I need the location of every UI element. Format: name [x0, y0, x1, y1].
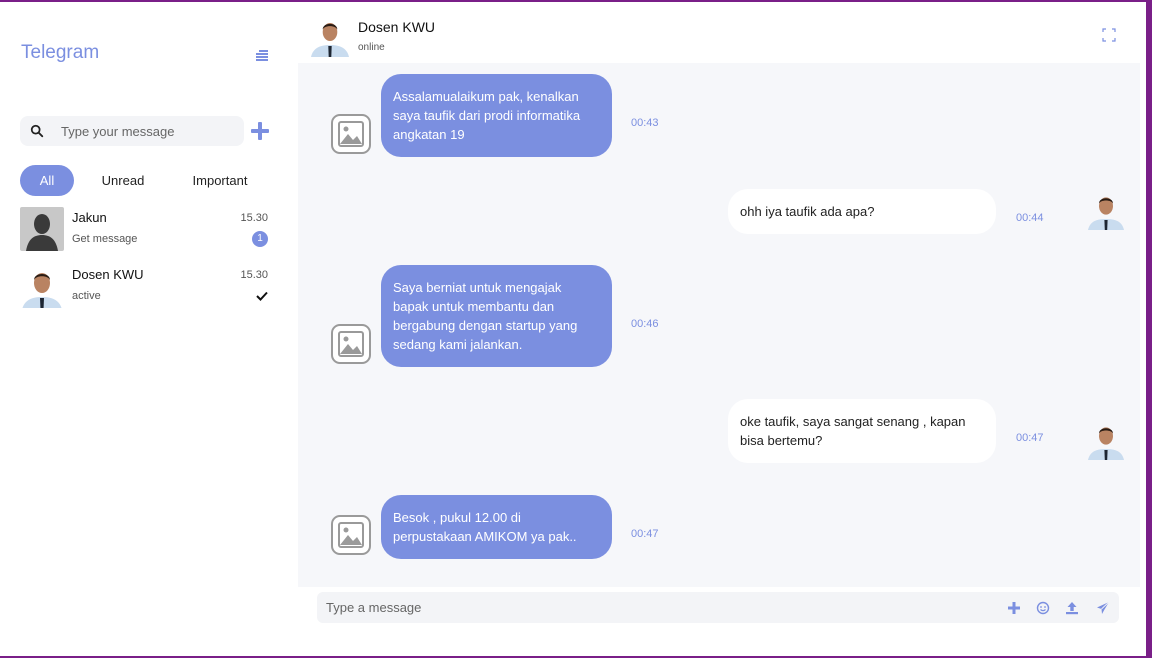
chat-name: Jakun — [72, 210, 107, 225]
man-avatar — [20, 264, 64, 308]
message-list: Assalamualaikum pak, kenalkan saya taufi… — [298, 63, 1140, 587]
tab-unread[interactable]: Unread — [74, 165, 172, 196]
image-placeholder-icon — [331, 515, 371, 555]
chat-name: Dosen KWU — [72, 267, 144, 282]
message-time: 00:47 — [631, 528, 659, 540]
message-composer — [317, 592, 1119, 623]
upload-icon[interactable] — [1065, 601, 1079, 615]
chat-preview: Get message — [72, 233, 138, 245]
search-input[interactable] — [61, 123, 231, 139]
app-title: Telegram — [21, 42, 100, 63]
chat-preview: active — [72, 290, 101, 302]
tab-important[interactable]: Important — [172, 165, 268, 196]
sender-avatar — [1087, 190, 1125, 230]
search-icon — [30, 124, 44, 138]
chat-time: 15.30 — [240, 269, 268, 281]
message-input[interactable] — [326, 600, 986, 615]
check-icon — [256, 291, 268, 301]
sidebar: Telegram All Unread Important — [0, 2, 298, 656]
contact-status: online — [358, 42, 385, 53]
unread-badge: 1 — [252, 231, 268, 247]
message-time: 00:46 — [631, 318, 659, 330]
message-time: 00:47 — [1016, 432, 1044, 444]
image-placeholder-icon — [331, 324, 371, 364]
message-bubble: ohh iya taufik ada apa? — [728, 189, 996, 234]
chat-filter-tabs: All Unread Important — [20, 165, 268, 196]
message-bubble: Saya berniat untuk mengajak bapak untuk … — [381, 265, 612, 367]
message-time: 00:44 — [1016, 212, 1044, 224]
contact-avatar[interactable] — [310, 15, 350, 57]
expand-icon[interactable] — [1102, 28, 1116, 42]
message-time: 00:43 — [631, 117, 659, 129]
image-placeholder-icon — [331, 114, 371, 154]
message-bubble: Assalamualaikum pak, kenalkan saya taufi… — [381, 74, 612, 157]
sender-avatar — [1087, 420, 1125, 460]
tab-all[interactable]: All — [20, 165, 74, 196]
silhouette-avatar — [20, 207, 64, 251]
chat-header: Dosen KWU online — [298, 2, 1146, 63]
chat-panel: Dosen KWU online Assalamualaikum pak, ke… — [298, 2, 1146, 656]
chat-time: 15.30 — [240, 212, 268, 224]
emoji-icon[interactable] — [1036, 601, 1050, 615]
send-icon[interactable] — [1096, 601, 1110, 615]
menu-icon[interactable] — [256, 50, 268, 61]
message-bubble: oke taufik, saya sangat senang , kapan b… — [728, 399, 996, 463]
search-bar — [20, 116, 244, 146]
add-attachment-icon[interactable] — [1007, 601, 1021, 615]
chat-item-jakun[interactable]: Jakun Get message 15.30 1 — [20, 207, 270, 253]
contact-name: Dosen KWU — [358, 19, 436, 35]
chat-item-dosen-kwu[interactable]: Dosen KWU active 15.30 — [20, 264, 270, 310]
message-bubble: Besok , pukul 12.00 di perpustakaan AMIK… — [381, 495, 612, 559]
add-chat-icon[interactable] — [251, 122, 269, 140]
app-window: Telegram All Unread Important — [0, 2, 1146, 656]
